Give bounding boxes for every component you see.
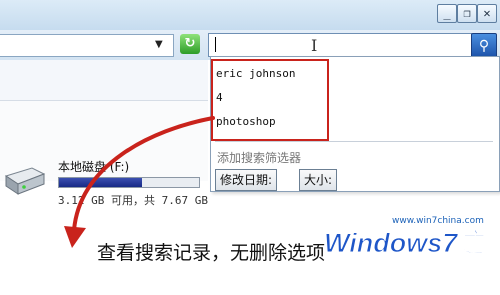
hard-drive-icon xyxy=(4,167,46,195)
windows7-watermark-logo: Windows7之家 xyxy=(324,228,496,259)
drive-space-text: 3.12 GB 可用，共 7.67 GB xyxy=(58,194,208,207)
drive-usage-bar xyxy=(58,177,200,188)
address-input[interactable]: ▼ xyxy=(0,34,174,57)
search-input[interactable]: I xyxy=(208,33,472,57)
ibeam-cursor-icon: I xyxy=(311,36,318,55)
filter-size-button[interactable]: 大小: xyxy=(299,169,338,191)
restore-button[interactable]: ❐ xyxy=(457,4,477,23)
svg-text:Windows7之家: Windows7之家 xyxy=(324,228,496,258)
search-history-dropdown: eric johnson 4 photoshop 添加搜索筛选器 修改日期: 大… xyxy=(210,56,500,192)
close-button[interactable]: ✕ xyxy=(477,4,497,23)
drive-usage-fill xyxy=(59,178,142,187)
annotation-caption: 查看搜索记录，无删除选项 xyxy=(97,242,326,264)
history-item[interactable]: eric johnson xyxy=(216,67,295,80)
drive-label[interactable]: 本地磁盘 (F:) xyxy=(58,158,129,175)
window-titlebar: _ ❐ ✕ xyxy=(0,0,500,30)
history-item[interactable]: photoshop xyxy=(216,115,276,128)
filter-date-modified-button[interactable]: 修改日期: xyxy=(215,169,278,191)
search-icon: ⚲ xyxy=(478,38,490,54)
text-caret xyxy=(215,37,216,52)
history-item[interactable]: 4 xyxy=(216,91,223,104)
refresh-icon[interactable]: ↻ xyxy=(180,34,200,54)
divider xyxy=(215,141,493,142)
address-dropdown-icon[interactable]: ▼ xyxy=(155,39,163,50)
minimize-button[interactable]: _ xyxy=(437,4,457,23)
explorer-toolbar xyxy=(0,60,208,101)
add-search-filter-label: 添加搜索筛选器 xyxy=(217,151,302,165)
